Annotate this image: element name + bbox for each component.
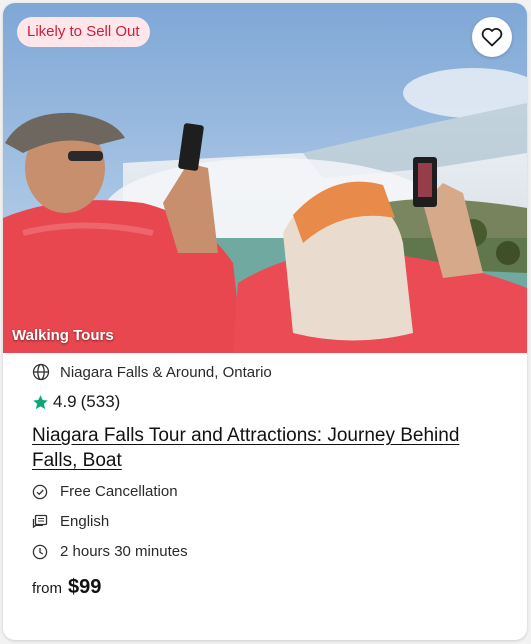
globe-icon <box>32 363 50 381</box>
feature-label: English <box>60 513 110 530</box>
feature-label: Free Cancellation <box>60 483 178 500</box>
feature-duration: 2 hours 30 minutes <box>32 543 188 560</box>
activity-card[interactable]: Likely to Sell Out Walking Tours Niagara… <box>3 3 527 640</box>
add-to-wishlist-button[interactable] <box>472 17 512 57</box>
location-row: Niagara Falls & Around, Ontario <box>32 363 272 381</box>
feature-language: English <box>32 513 109 530</box>
rating-score: 4.9 <box>53 392 77 411</box>
price-prefix: from <box>32 580 62 597</box>
star-icon <box>33 394 48 409</box>
hero-image[interactable]: Likely to Sell Out Walking Tours <box>3 3 527 353</box>
category-label: Walking Tours <box>12 327 114 344</box>
activity-title-link[interactable]: Niagara Falls Tour and Attractions: Jour… <box>32 423 502 473</box>
feature-free-cancellation: Free Cancellation <box>32 483 178 500</box>
clock-icon <box>32 544 48 559</box>
price-amount: $99 <box>68 576 102 598</box>
likely-to-sell-out-badge: Likely to Sell Out <box>17 17 150 47</box>
rating-count: (533) <box>80 392 121 411</box>
heart-icon <box>481 28 503 47</box>
check-circle-icon <box>32 484 48 499</box>
niagara-falls-photo <box>3 3 527 353</box>
feature-label: 2 hours 30 minutes <box>60 543 188 560</box>
location-text: Niagara Falls & Around, Ontario <box>60 363 272 381</box>
price-block: from $99 <box>32 576 101 599</box>
rating-row: 4.9 (533) <box>32 392 120 412</box>
language-icon <box>32 514 48 528</box>
